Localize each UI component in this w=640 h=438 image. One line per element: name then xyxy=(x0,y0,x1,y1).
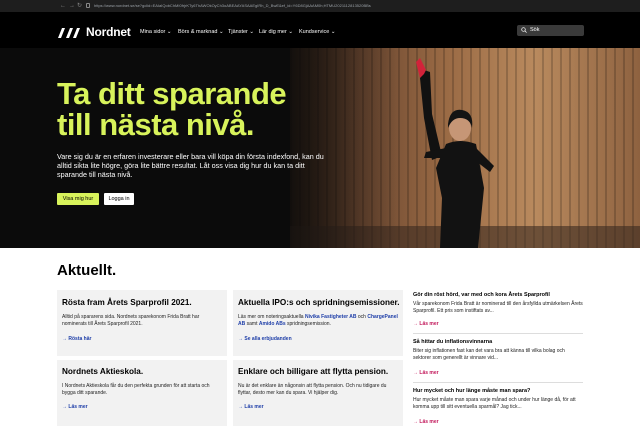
side-item-text: Vår sparekonom Frida Bratt är nominerad … xyxy=(413,301,583,314)
card-text: Läs mer om noteringsaktuella Nivika Fast… xyxy=(238,314,398,327)
side-item-title[interactable]: Gör din röst hörd, var med och kora Året… xyxy=(413,292,550,298)
logo-text[interactable]: Nordnet xyxy=(86,25,131,39)
back-arrow-icon[interactable]: ← xyxy=(60,2,66,10)
divider xyxy=(413,333,583,334)
arrow-right-icon: → xyxy=(413,419,418,425)
side-item-text: Hur mycket måste man spara varje månad o… xyxy=(413,397,576,410)
url-bar[interactable]: https://www.nordnet.se/se?gclid=EAIaIQob… xyxy=(94,3,371,8)
link-amido[interactable]: Amido ABs xyxy=(259,321,286,327)
search-placeholder: Sök xyxy=(530,27,540,33)
arrow-right-icon: → xyxy=(238,404,243,410)
card-title: Enklare och billigare att flytta pension… xyxy=(238,367,389,376)
card-text: I Nordnets Aktieskola får du den perfekt… xyxy=(62,383,210,396)
link-nivika[interactable]: Nivika Fastigheter AB xyxy=(305,314,357,320)
side-link-read-more[interactable]: → Läs mer xyxy=(413,419,439,425)
arrow-right-icon: → xyxy=(238,336,243,342)
hero-person-image xyxy=(416,58,494,248)
search-input[interactable] xyxy=(517,25,584,36)
card-text: Alltid på spararens sida. Nordnets spare… xyxy=(62,314,200,327)
menu-mina-sidor[interactable]: Mina sidor ⌄ xyxy=(140,29,172,35)
card-link-rosta[interactable]: → Rösta här xyxy=(62,336,91,342)
card-link-read-more[interactable]: → Läs mer xyxy=(62,404,88,410)
menu-lar-dig-mer[interactable]: Lär dig mer ⌄ xyxy=(259,29,293,35)
side-link-read-more[interactable]: → Läs mer xyxy=(413,370,439,376)
card-text: Nu är det enklare än någonsin att flytta… xyxy=(238,383,387,396)
side-link-read-more[interactable]: → Läs mer xyxy=(413,321,439,327)
chevron-down-icon: ⌄ xyxy=(218,29,224,35)
card-link-read-more[interactable]: → Läs mer xyxy=(238,404,264,410)
chevron-down-icon: ⌄ xyxy=(330,29,336,35)
reload-icon[interactable]: ↻ xyxy=(77,2,82,10)
arrow-right-icon: → xyxy=(62,336,67,342)
card-title: Nordnets Aktieskola. xyxy=(62,367,144,376)
menu-bors-marknad[interactable]: Börs & marknad ⌄ xyxy=(178,29,224,35)
card-link-offers[interactable]: → Se alla erbjudanden xyxy=(238,336,292,342)
show-me-how-button[interactable]: Visa mig hur xyxy=(57,193,99,205)
hero-title: Ta ditt sparande till nästa nivå. xyxy=(57,78,387,140)
chevron-down-icon: ⌄ xyxy=(249,29,255,35)
side-item-text: Biter sig inflationen fast kan det vara … xyxy=(413,348,565,361)
hero-title-line2: till nästa nivå. xyxy=(57,107,255,142)
search-icon xyxy=(521,27,527,33)
section-title: Aktuellt. xyxy=(57,262,117,279)
arrow-right-icon: → xyxy=(62,404,67,410)
hero-title-line1: Ta ditt sparande xyxy=(57,76,287,111)
card-title: Rösta fram Årets Sparprofil 2021. xyxy=(62,298,192,307)
lock-icon xyxy=(86,3,90,8)
side-item-title[interactable]: Så hittar du inflationsvinnarna xyxy=(413,339,492,345)
browser-toolbar: ← → ↻ https://www.nordnet.se/se?gclid=EA… xyxy=(0,0,640,12)
menu-tjanster[interactable]: Tjänster ⌄ xyxy=(228,29,254,35)
chevron-down-icon: ⌄ xyxy=(288,29,293,35)
nordnet-logo-icon[interactable] xyxy=(57,27,83,39)
arrow-right-icon: → xyxy=(413,370,418,376)
divider xyxy=(413,382,583,383)
card-title: Aktuella IPO:s och spridningsemissioner. xyxy=(238,298,400,307)
side-item-title[interactable]: Hur mycket och hur länge måste man spara… xyxy=(413,388,530,394)
arrow-right-icon: → xyxy=(413,321,418,327)
forward-arrow-icon[interactable]: → xyxy=(69,2,75,10)
chevron-down-icon: ⌄ xyxy=(166,29,172,35)
menu-kundservice[interactable]: Kundservice ⌄ xyxy=(299,29,335,35)
hero-body-text: Vare sig du är en erfaren investerare el… xyxy=(57,152,324,180)
login-button[interactable]: Logga in xyxy=(104,193,134,205)
